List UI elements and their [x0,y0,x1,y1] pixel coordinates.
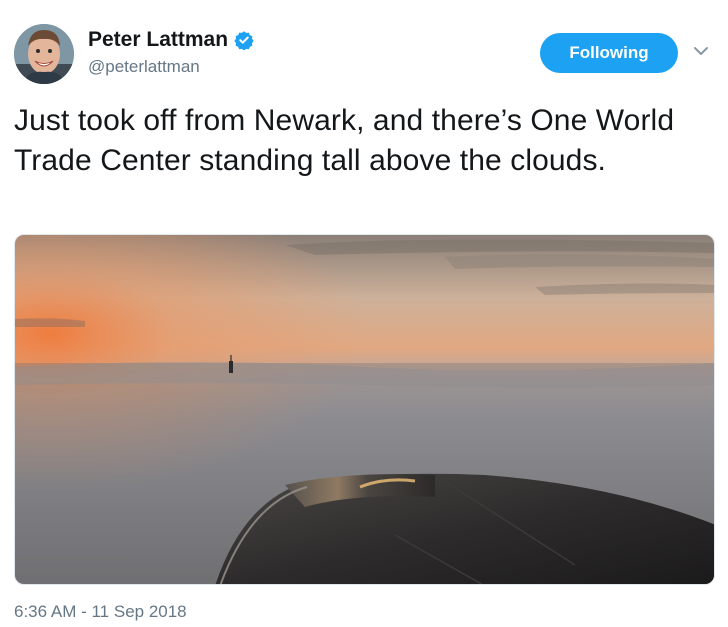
tweet-text: Just took off from Newark, and there’s O… [14,104,675,177]
tweet-timestamp[interactable]: 6:36 AM - 11 Sep 2018 [14,602,187,622]
photo-icon [15,235,714,584]
tweet-photo[interactable] [14,234,715,585]
user-handle[interactable]: @peterlattman [88,57,254,77]
person-avatar-icon [14,24,74,84]
tweet-card: Peter Lattman @peterlattman Following Ju… [0,0,728,627]
user-info: Peter Lattman @peterlattman [88,28,254,77]
following-button[interactable]: Following [540,33,678,73]
display-name[interactable]: Peter Lattman [88,28,254,52]
chevron-down-icon[interactable] [692,44,710,58]
verified-badge-icon [234,30,254,51]
tweet-header: Peter Lattman @peterlattman Following [14,24,714,86]
avatar[interactable] [14,24,74,84]
display-name-text: Peter Lattman [88,28,229,51]
